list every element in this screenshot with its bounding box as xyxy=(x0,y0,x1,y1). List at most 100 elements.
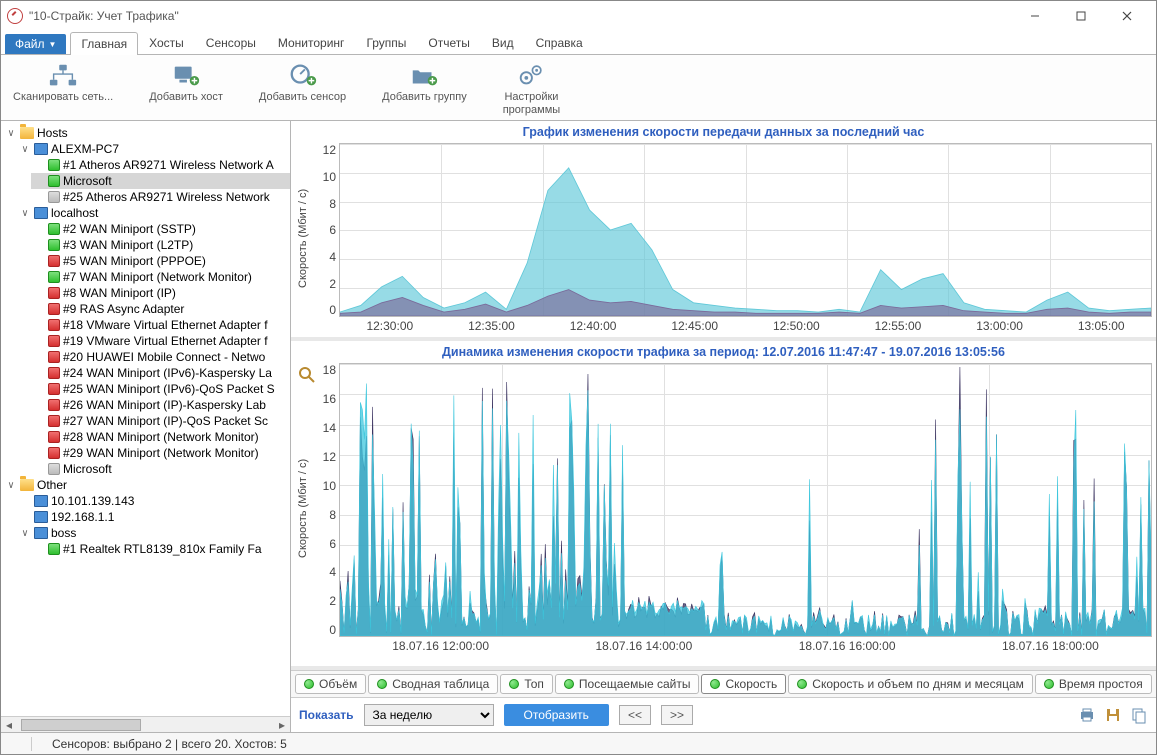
tree-sensor[interactable]: Microsoft xyxy=(31,173,290,189)
tree-sensor[interactable]: #5 WAN Miniport (PPPOE) xyxy=(31,253,290,269)
file-menu-button[interactable]: Файл▼ xyxy=(5,34,66,54)
sensor-status-icon xyxy=(48,543,60,555)
sensor-status-icon xyxy=(48,335,60,347)
network-scan-icon xyxy=(45,61,81,89)
tab-main[interactable]: Главная xyxy=(70,32,138,55)
tree-sensor[interactable]: #8 WAN Miniport (IP) xyxy=(31,285,290,301)
status-bar: Сенсоров: выбрано 2 | всего 20. Хостов: … xyxy=(1,732,1156,754)
scan-network-button[interactable]: Сканировать сеть... xyxy=(9,59,117,118)
tab-reports[interactable]: Отчеты xyxy=(417,31,480,54)
settings-button[interactable]: Настройкипрограммы xyxy=(499,59,564,118)
tree-sensor[interactable]: #29 WAN Miniport (Network Monitor) xyxy=(31,445,290,461)
add-group-button[interactable]: Добавить группу xyxy=(378,59,471,118)
show-label: Показать xyxy=(299,708,354,722)
tree-sensor[interactable]: #9 RAS Async Adapter xyxy=(31,301,290,317)
pc-icon xyxy=(34,511,48,523)
chart-hourly: График изменения скорости передачи данны… xyxy=(291,121,1156,341)
tree-pane: ∨Hosts ∨ALEXM-PC7 #1 Atheros AR9271 Wire… xyxy=(1,121,291,732)
sensor-status-icon xyxy=(48,159,60,171)
collapse-icon[interactable]: ∨ xyxy=(5,127,17,139)
tab-view[interactable]: Вид xyxy=(481,31,525,54)
tree-host[interactable]: 192.168.1.1 xyxy=(17,509,290,525)
sensor-status-icon xyxy=(48,175,60,187)
scroll-left-icon[interactable]: ◂ xyxy=(1,718,17,732)
chart-period: Динамика изменения скорости трафика за п… xyxy=(291,341,1156,670)
tab-sensors[interactable]: Сенсоры xyxy=(195,31,267,54)
tree-sensor[interactable]: #2 WAN Miniport (SSTP) xyxy=(31,221,290,237)
collapse-icon[interactable]: ∨ xyxy=(19,207,31,219)
maximize-button[interactable] xyxy=(1058,1,1104,31)
add-sensor-button[interactable]: Добавить сенсор xyxy=(255,59,350,118)
tree-host-boss[interactable]: ∨boss xyxy=(17,525,290,541)
report-tab[interactable]: Объём xyxy=(295,674,366,694)
period-select[interactable]: За неделю xyxy=(364,704,494,726)
tree-host[interactable]: 10.101.139.143 xyxy=(17,493,290,509)
scroll-right-icon[interactable]: ▸ xyxy=(274,718,290,732)
collapse-icon[interactable]: ∨ xyxy=(19,143,31,155)
tree-sensor[interactable]: #28 WAN Miniport (Network Monitor) xyxy=(31,429,290,445)
tree-sensor[interactable]: #24 WAN Miniport (IPv6)-Kaspersky La xyxy=(31,365,290,381)
tab-groups[interactable]: Группы xyxy=(355,31,417,54)
chart-title: Динамика изменения скорости трафика за п… xyxy=(295,343,1152,363)
y-axis-label: Скорость (Мбит / с) xyxy=(295,363,311,653)
add-host-button[interactable]: Добавить хост xyxy=(145,59,227,118)
tree-host-localhost[interactable]: ∨localhost xyxy=(17,205,290,221)
window-title: "10-Страйк: Учет Трафика" xyxy=(29,9,179,23)
tree-sensor[interactable]: #1 Atheros AR9271 Wireless Network A xyxy=(31,157,290,173)
tree-sensor[interactable]: #25 Atheros AR9271 Wireless Network xyxy=(31,189,290,205)
gear-icon xyxy=(513,61,549,89)
minimize-button[interactable] xyxy=(1012,1,1058,31)
collapse-icon[interactable]: ∨ xyxy=(19,527,31,539)
tree-root-other[interactable]: ∨Other xyxy=(3,477,290,493)
tree-sensor[interactable]: #19 VMware Virtual Ethernet Adapter f xyxy=(31,333,290,349)
tree-hscrollbar[interactable]: ◂ ▸ xyxy=(1,716,290,732)
next-button[interactable]: >> xyxy=(661,705,693,725)
tab-monitoring[interactable]: Мониторинг xyxy=(267,31,356,54)
host-tree[interactable]: ∨Hosts ∨ALEXM-PC7 #1 Atheros AR9271 Wire… xyxy=(1,121,290,716)
chart-plot-area[interactable] xyxy=(339,363,1152,637)
display-button[interactable]: Отобразить xyxy=(504,704,609,726)
sensor-status-icon xyxy=(48,191,60,203)
copy-icon[interactable] xyxy=(1130,706,1148,724)
right-pane: График изменения скорости передачи данны… xyxy=(291,121,1156,732)
sensor-status-icon xyxy=(48,255,60,267)
sensor-status-icon xyxy=(48,287,60,299)
tree-sensor[interactable]: #18 VMware Virtual Ethernet Adapter f xyxy=(31,317,290,333)
report-tab[interactable]: Посещаемые сайты xyxy=(555,674,700,694)
close-button[interactable] xyxy=(1104,1,1150,31)
chart-title: График изменения скорости передачи данны… xyxy=(295,123,1152,143)
dot-icon xyxy=(564,679,574,689)
print-icon[interactable] xyxy=(1078,706,1096,724)
report-tab[interactable]: Топ xyxy=(500,674,553,694)
tree-sensor[interactable]: #7 WAN Miniport (Network Monitor) xyxy=(31,269,290,285)
prev-button[interactable]: << xyxy=(619,705,651,725)
sensor-status-icon xyxy=(48,319,60,331)
tree-sensor[interactable]: Microsoft xyxy=(31,461,290,477)
add-group-icon xyxy=(406,61,442,89)
report-tab[interactable]: Скорость и объем по дням и месяцам xyxy=(788,674,1033,694)
collapse-icon[interactable]: ∨ xyxy=(5,479,17,491)
chart-plot-area[interactable] xyxy=(339,143,1152,317)
tab-help[interactable]: Справка xyxy=(525,31,594,54)
tree-root-hosts[interactable]: ∨Hosts xyxy=(3,125,290,141)
tree-sensor[interactable]: #25 WAN Miniport (IPv6)-QoS Packet S xyxy=(31,381,290,397)
ribbon-tabs: Файл▼ Главная Хосты Сенсоры Мониторинг Г… xyxy=(1,31,1156,55)
tree-host-alexm[interactable]: ∨ALEXM-PC7 xyxy=(17,141,290,157)
report-tab[interactable]: Скорость xyxy=(701,674,786,694)
x-ticks: 12:30:0012:35:0012:40:0012:45:0012:50:00… xyxy=(311,317,1152,333)
sensor-status-icon xyxy=(48,463,60,475)
tree-sensor[interactable]: #3 WAN Miniport (L2TP) xyxy=(31,237,290,253)
save-icon[interactable] xyxy=(1104,706,1122,724)
report-tab[interactable]: Сводная таблица xyxy=(368,674,498,694)
dot-icon xyxy=(1044,679,1054,689)
scroll-thumb[interactable] xyxy=(21,719,141,731)
sensor-status-icon xyxy=(48,239,60,251)
tree-sensor[interactable]: #1 Realtek RTL8139_810x Family Fa xyxy=(31,541,290,557)
tree-sensor[interactable]: #20 HUAWEI Mobile Connect - Netwo xyxy=(31,349,290,365)
tree-sensor[interactable]: #27 WAN Miniport (IP)-QoS Packet Sc xyxy=(31,413,290,429)
report-tab[interactable]: Время простоя xyxy=(1035,674,1152,694)
tab-hosts[interactable]: Хосты xyxy=(138,31,195,54)
tree-sensor[interactable]: #26 WAN Miniport (IP)-Kaspersky Lab xyxy=(31,397,290,413)
y-axis-label: Скорость (Мбит / с) xyxy=(295,143,311,333)
footer-controls: Показать За неделю Отобразить << >> xyxy=(291,697,1156,732)
